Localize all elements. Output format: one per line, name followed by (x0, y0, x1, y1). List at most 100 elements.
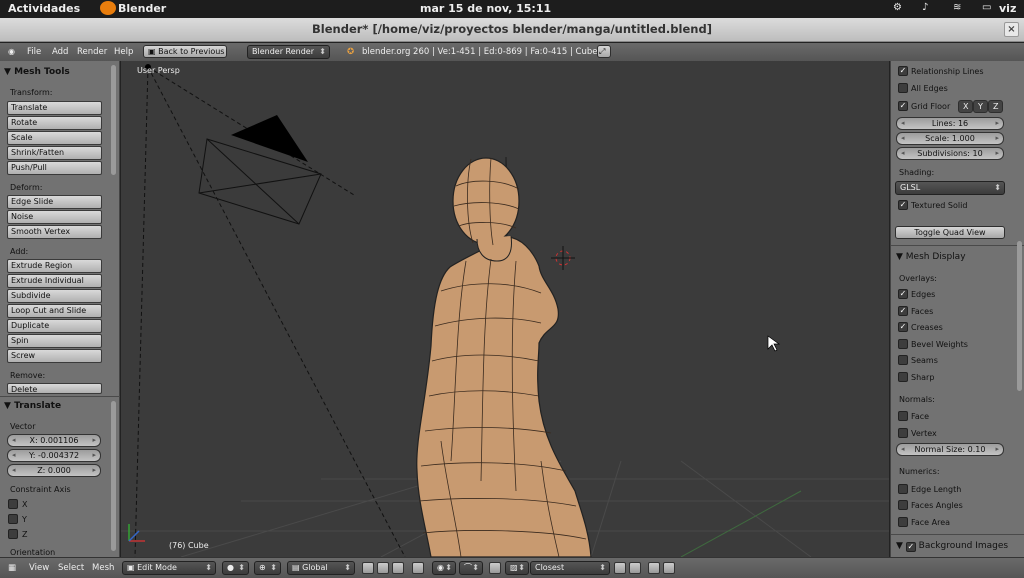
vector-z-field[interactable]: ◂ Z: 0.000 ▸ (7, 464, 101, 477)
face-area-checkbox[interactable] (898, 517, 908, 527)
menu-select[interactable]: Select (58, 563, 84, 573)
smooth-vertex-button[interactable]: Smooth Vertex (7, 225, 102, 239)
clock[interactable]: mar 15 de nov, 15:11 (420, 2, 551, 15)
wifi-icon[interactable]: ≋ (953, 2, 961, 13)
mode-select[interactable]: ▣ Edit Mode ⬍ (122, 561, 216, 575)
editor-type-icon[interactable]: ▦ (8, 563, 16, 573)
seams-checkbox[interactable] (898, 355, 908, 365)
all-edges-checkbox[interactable] (898, 83, 908, 93)
menu-help[interactable]: Help (114, 47, 133, 57)
volume-icon[interactable]: ♪ (922, 2, 928, 13)
menu-render[interactable]: Render (77, 47, 107, 57)
vector-x-field[interactable]: ◂ X: 0.001106 ▸ (7, 434, 101, 447)
toggle-quad-view-button[interactable]: Toggle Quad View (895, 226, 1005, 239)
editor-type-icon[interactable]: ◉ (8, 47, 15, 56)
transform-orientation-select[interactable]: ▤ Global ⬍ (287, 561, 355, 575)
viewport-shading-select[interactable]: ● ⬍ (222, 561, 249, 575)
render-still-icon[interactable] (648, 562, 660, 574)
occlude-geometry-icon[interactable] (412, 562, 424, 574)
duplicate-button[interactable]: Duplicate (7, 319, 102, 333)
sharp-checkbox[interactable] (898, 372, 908, 382)
rotate-button[interactable]: Rotate (7, 116, 102, 130)
background-images-checkbox[interactable]: ✓ (905, 542, 916, 552)
creases-checkbox[interactable]: ✓ (898, 322, 908, 332)
render-engine-select[interactable]: Blender Render ⬍ (247, 45, 330, 59)
operator-panel-scrollbar[interactable] (111, 401, 116, 551)
panel-divider (891, 245, 1024, 246)
menu-add[interactable]: Add (52, 47, 68, 57)
faces-angles-checkbox[interactable] (898, 500, 908, 510)
mesh-display-header[interactable]: ▼ Mesh Display (896, 252, 966, 262)
dropdown-arrow-icon: ⬍ (205, 563, 212, 572)
extrude-region-button[interactable]: Extrude Region (7, 259, 102, 273)
battery-icon[interactable]: ▭ (982, 2, 991, 13)
constraint-z-checkbox[interactable] (8, 529, 18, 539)
grid-axis-z-toggle[interactable]: Z (988, 100, 1003, 113)
push-pull-button[interactable]: Push/Pull (7, 161, 102, 175)
shrink-fatten-button[interactable]: Shrink/Fatten (7, 146, 102, 160)
constraint-x-checkbox[interactable] (8, 499, 18, 509)
grid-lines-field[interactable]: ◂ Lines: 16 ▸ (896, 117, 1004, 130)
grid-subdivisions-field[interactable]: ◂ Subdivisions: 10 ▸ (896, 147, 1004, 160)
layer-edge-select-icon[interactable] (377, 562, 389, 574)
shading-select[interactable]: GLSL ⬍ (895, 181, 1005, 195)
falloff-select[interactable]: ⌒ ⬍ (459, 561, 483, 575)
translate-button[interactable]: Translate (7, 101, 102, 115)
accessibility-icon[interactable]: ⚙ (893, 2, 902, 13)
layer-face-select-icon[interactable] (392, 562, 404, 574)
loop-cut-slide-button[interactable]: Loop Cut and Slide (7, 304, 102, 318)
spin-button[interactable]: Spin (7, 334, 102, 348)
back-to-previous-button[interactable]: ▣ Back to Previous (143, 45, 227, 58)
pivot-point-select[interactable]: ⊕ ⬍ (254, 561, 281, 575)
subdivide-button[interactable]: Subdivide (7, 289, 102, 303)
menu-view[interactable]: View (29, 563, 49, 573)
decrement-icon: ◂ (901, 119, 905, 127)
normal-size-field[interactable]: ◂ Normal Size: 0.10 ▸ (896, 443, 1004, 456)
constraint-y-checkbox[interactable] (8, 514, 18, 524)
menu-file[interactable]: File (27, 47, 41, 57)
background-images-header[interactable]: ▼ ✓ Background Images (896, 541, 1008, 552)
bevel-weights-checkbox[interactable] (898, 339, 908, 349)
faces-checkbox[interactable]: ✓ (898, 306, 908, 316)
noise-button[interactable]: Noise (7, 210, 102, 224)
scale-button[interactable]: Scale (7, 131, 102, 145)
grid-floor-checkbox[interactable]: ✓ (898, 101, 908, 111)
snap-project-icon[interactable] (629, 562, 641, 574)
delete-button[interactable]: Delete (7, 383, 102, 394)
snap-target-select[interactable]: Closest ⬍ (530, 561, 610, 575)
mesh-tools-header[interactable]: ▼ Mesh Tools (4, 67, 70, 77)
increment-icon: ▸ (995, 149, 999, 157)
shading-label: Shading: (899, 168, 935, 177)
face-normals-checkbox[interactable] (898, 411, 908, 421)
vector-y-field[interactable]: ◂ Y: -0.004372 ▸ (7, 449, 101, 462)
vertex-normals-checkbox[interactable] (898, 428, 908, 438)
normals-label: Normals: (899, 395, 935, 404)
properties-scrollbar[interactable] (1017, 241, 1022, 391)
relationship-lines-checkbox[interactable]: ✓ (898, 66, 908, 76)
close-icon[interactable]: × (1004, 22, 1019, 37)
menu-mesh[interactable]: Mesh (92, 563, 114, 573)
layer-vertex-select-icon[interactable] (362, 562, 374, 574)
textured-solid-checkbox[interactable]: ✓ (898, 200, 908, 210)
mouse-pointer-icon (767, 335, 781, 352)
edge-slide-button[interactable]: Edge Slide (7, 195, 102, 209)
edge-length-checkbox[interactable] (898, 484, 908, 494)
translate-panel-header[interactable]: ▼ Translate (4, 401, 61, 411)
screw-button[interactable]: Screw (7, 349, 102, 363)
fullscreen-icon[interactable]: ⤢ (597, 45, 611, 58)
render-animation-icon[interactable] (663, 562, 675, 574)
grid-scale-field[interactable]: ◂ Scale: 1.000 ▸ (896, 132, 1004, 145)
edges-checkbox[interactable]: ✓ (898, 289, 908, 299)
tool-shelf-scrollbar[interactable] (111, 65, 116, 175)
activities-button[interactable]: Actividades (8, 2, 80, 15)
user-menu[interactable]: viz (999, 2, 1016, 15)
grid-axis-x-toggle[interactable]: X (958, 100, 973, 113)
grid-axis-y-toggle[interactable]: Y (973, 100, 988, 113)
3d-viewport[interactable]: User Persp (76) Cube (121, 61, 889, 557)
proportional-edit-select[interactable]: ◉ ⬍ (432, 561, 456, 575)
snap-toggle-icon[interactable] (489, 562, 501, 574)
snap-align-icon[interactable] (614, 562, 626, 574)
app-menu[interactable]: Blender (118, 2, 166, 15)
snap-element-select[interactable]: ▨ ⬍ (505, 561, 529, 575)
extrude-individual-button[interactable]: Extrude Individual (7, 274, 102, 288)
